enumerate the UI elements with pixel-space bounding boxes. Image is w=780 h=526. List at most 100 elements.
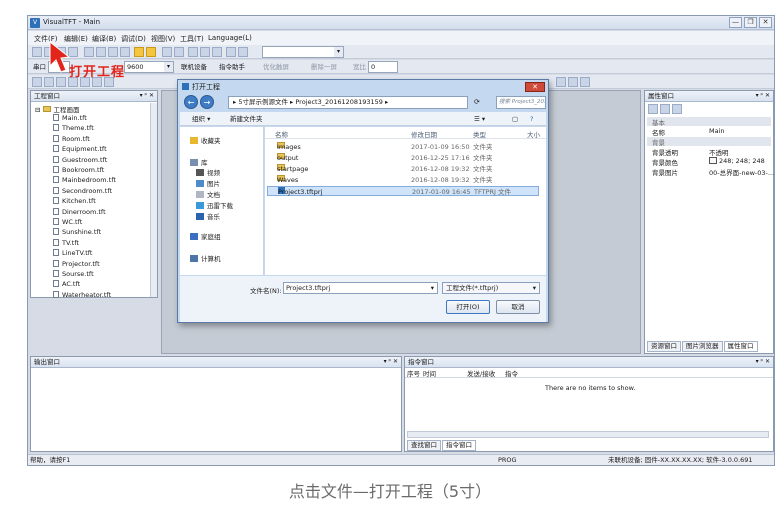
tab-find[interactable]: 查找窗口 bbox=[407, 440, 441, 451]
pin-icon[interactable]: ▾ ᵖ ✕ bbox=[756, 357, 770, 367]
menu-debug[interactable]: 调试(D) bbox=[121, 34, 146, 44]
file-row[interactable]: Images 2017-01-09 16:50 文件夹 bbox=[267, 142, 539, 152]
back-icon[interactable]: ← bbox=[184, 95, 198, 109]
tree-item[interactable]: Guestroom.tft bbox=[53, 155, 107, 164]
nav-item[interactable]: 迅雷下载 bbox=[196, 200, 233, 210]
tab-properties[interactable]: 属性窗口 bbox=[723, 341, 758, 352]
pages-icon[interactable] bbox=[672, 104, 682, 114]
cut-icon[interactable] bbox=[84, 47, 94, 57]
nav-item[interactable]: 图片 bbox=[196, 178, 220, 188]
nav-item[interactable]: 计算机 bbox=[190, 253, 221, 263]
tree-item[interactable]: Kitchen.tft bbox=[53, 197, 96, 205]
tree-item[interactable]: LineTV.tft bbox=[53, 249, 92, 257]
delete-screen-button[interactable]: 删除一屏 bbox=[308, 61, 340, 73]
tree-item[interactable]: Secondroom.tft bbox=[53, 186, 112, 195]
col-command[interactable]: 指令 bbox=[505, 368, 518, 378]
project-scrollbar[interactable] bbox=[150, 103, 157, 297]
nav-item[interactable]: 文档 bbox=[196, 189, 220, 199]
file-row[interactable]: Project3.tftprj 2017-01-09 16:45 TFTPRJ 文件 bbox=[267, 186, 539, 196]
property-row[interactable]: 背景透明 不透明 bbox=[647, 147, 771, 157]
preview-icon[interactable]: ▢ bbox=[512, 112, 518, 126]
command-helper-button[interactable]: 指令助手 bbox=[216, 61, 248, 73]
tab-image-browser[interactable]: 图片浏览器 bbox=[682, 341, 723, 352]
menu-language[interactable]: Language(L) bbox=[208, 34, 252, 42]
layout-icon[interactable] bbox=[580, 77, 590, 87]
category-icon[interactable] bbox=[648, 104, 658, 114]
property-row[interactable]: 名称 Main bbox=[647, 127, 771, 137]
grid-icon[interactable] bbox=[568, 77, 578, 87]
screen-select[interactable]: ▾ bbox=[262, 46, 344, 58]
optimize-button[interactable]: 优化触屏 bbox=[260, 61, 292, 73]
zoom-input[interactable]: 0 bbox=[368, 61, 398, 73]
file-row[interactable]: Waves 2016-12-08 19:32 文件夹 bbox=[267, 175, 539, 185]
tab-commands[interactable]: 指令窗口 bbox=[442, 440, 476, 451]
organize-button[interactable]: 组织 ▾ bbox=[192, 112, 210, 126]
nav-item[interactable]: 库 bbox=[190, 157, 208, 167]
paste-icon[interactable] bbox=[108, 47, 118, 57]
tree-item[interactable]: Waterheator.tft bbox=[53, 290, 111, 299]
pin-icon[interactable]: ▾ ᵖ ✕ bbox=[140, 91, 154, 101]
forward-icon[interactable]: → bbox=[200, 95, 214, 109]
search-input[interactable]: 搜索 Project3_20161208193... bbox=[496, 96, 546, 109]
help-icon[interactable]: ? bbox=[530, 112, 533, 126]
col-type[interactable]: 类型 bbox=[473, 129, 486, 139]
col-index[interactable]: 序号 bbox=[407, 368, 420, 378]
menu-build[interactable]: 编译(B) bbox=[92, 34, 116, 44]
tree-item[interactable]: WC.tft bbox=[53, 218, 82, 226]
address-bar[interactable]: ▸ 5寸屏示例源文件 ▸ Project3_20161208193159 ▸ bbox=[228, 96, 468, 109]
file-row[interactable]: startpage 2016-12-08 19:32 文件夹 bbox=[267, 164, 539, 174]
delete-icon[interactable] bbox=[120, 47, 130, 57]
nav-item[interactable]: 家庭组 bbox=[190, 231, 221, 241]
col-time[interactable]: 时间 bbox=[423, 368, 436, 378]
tree-item[interactable]: Sourse.tft bbox=[53, 270, 94, 278]
maximize-button[interactable]: ❐ bbox=[744, 17, 757, 28]
tree-item[interactable]: Dinerroom.tft bbox=[53, 207, 106, 216]
help-icon[interactable] bbox=[188, 47, 198, 57]
new-folder-button[interactable]: 新建文件夹 bbox=[230, 112, 263, 126]
redo-icon[interactable] bbox=[174, 47, 184, 57]
copy-icon[interactable] bbox=[96, 47, 106, 57]
image-icon[interactable] bbox=[146, 47, 156, 57]
tree-item[interactable]: AC.tft bbox=[53, 280, 80, 288]
minimize-button[interactable]: — bbox=[729, 17, 742, 28]
col-direction[interactable]: 发送/接收 bbox=[467, 368, 495, 378]
tree-item[interactable]: Projector.tft bbox=[53, 259, 100, 268]
cancel-button[interactable]: 取消 bbox=[496, 300, 540, 314]
pin-icon[interactable]: ▾ ᵖ ✕ bbox=[384, 357, 398, 367]
connect-button[interactable]: 联机设备 bbox=[178, 61, 210, 73]
file-row[interactable]: output 2016-12-25 17:16 文件夹 bbox=[267, 153, 539, 163]
property-row[interactable]: 背景颜色 248; 248; 248 bbox=[647, 157, 771, 167]
tree-item[interactable]: Equipment.tft bbox=[53, 145, 107, 153]
refresh-icon[interactable]: ⟳ bbox=[474, 98, 480, 106]
lock-icon[interactable] bbox=[134, 47, 144, 57]
tree-item[interactable]: TV.tft bbox=[53, 238, 79, 247]
filename-input[interactable]: Project3.tftprj ▾ bbox=[283, 282, 438, 294]
dialog-close-button[interactable]: ✕ bbox=[525, 82, 545, 92]
new-icon[interactable] bbox=[32, 47, 42, 57]
command-hscroll[interactable] bbox=[407, 431, 769, 438]
tree-item[interactable]: Mainbedroom.tft bbox=[53, 176, 116, 184]
baud-select[interactable]: 9600 ▾ bbox=[124, 61, 174, 73]
col-date[interactable]: 修改日期 bbox=[411, 129, 437, 139]
rect-icon[interactable] bbox=[56, 77, 66, 87]
sort-icon[interactable] bbox=[660, 104, 670, 114]
nav-item[interactable]: 视频 bbox=[196, 167, 220, 177]
tree-item[interactable]: Main.tft bbox=[53, 114, 87, 122]
line-icon[interactable] bbox=[44, 77, 54, 87]
filetype-select[interactable]: 工程文件(*.tftprj) ▾ bbox=[442, 282, 540, 294]
col-name[interactable]: 名称 bbox=[275, 129, 288, 139]
menu-tools[interactable]: 工具(T) bbox=[180, 34, 204, 44]
tree-item[interactable]: Bookroom.tft bbox=[53, 166, 104, 174]
property-row[interactable]: 背景图片 00-总界面-new-03-... bbox=[647, 167, 774, 177]
download-tool-icon[interactable] bbox=[226, 47, 236, 57]
tree-root[interactable]: ⊟ 工程画面 bbox=[35, 104, 80, 114]
tree-item[interactable]: Room.tft bbox=[53, 134, 90, 143]
open-button[interactable]: 打开(O) bbox=[446, 300, 490, 314]
tab-resources[interactable]: 资源窗口 bbox=[647, 341, 681, 352]
view-icon[interactable]: ☰ ▾ bbox=[474, 112, 485, 126]
tree-item[interactable]: Sunshine.tft bbox=[53, 228, 101, 236]
pointer-icon[interactable] bbox=[32, 77, 42, 87]
compile-icon[interactable] bbox=[212, 47, 222, 57]
nav-item[interactable]: 收藏夹 bbox=[190, 135, 221, 145]
undo-icon[interactable] bbox=[162, 47, 172, 57]
